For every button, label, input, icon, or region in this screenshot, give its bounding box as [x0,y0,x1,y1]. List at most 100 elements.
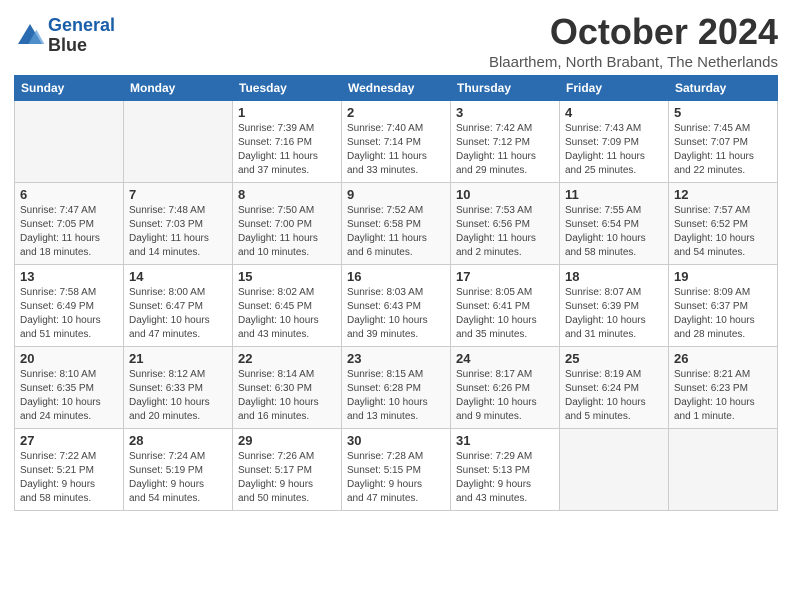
calendar-cell: 5 Sunrise: 7:45 AM Sunset: 7:07 PM Daylig… [669,100,778,182]
calendar-week-1: 1Sunrise: 7:39 AM Sunset: 7:16 PM Daylig… [15,100,778,182]
calendar-cell: 21 Sunrise: 8:12 AM Sunset: 6:33 PM Dayli… [124,346,233,428]
day-info: Sunrise: 7:24 AM Sunset: 5:19 PM Dayligh… [129,450,227,506]
calendar-cell: 8Sunrise: 7:50 AM Sunset: 7:00 PM Daylig… [233,182,342,264]
calendar-cell: 10Sunrise: 7:53 AM Sunset: 6:56 PM Dayli… [451,182,560,264]
calendar-cell: 26 Sunrise: 8:21 AM Sunset: 6:23 PM Dayli… [669,346,778,428]
day-info: Sunrise: 7:29 AM Sunset: 5:13 PM Dayligh… [456,450,554,506]
calendar-cell: 3 Sunrise: 7:42 AM Sunset: 7:12 PM Daylig… [451,100,560,182]
calendar-cell: 1Sunrise: 7:39 AM Sunset: 7:16 PM Daylig… [233,100,342,182]
day-number: 29 [238,433,336,448]
calendar-cell: 16 Sunrise: 8:03 AM Sunset: 6:43 PM Dayli… [342,264,451,346]
day-info: Sunrise: 8:21 AM Sunset: 6:23 PM Dayligh… [674,368,772,424]
day-number: 12 [674,187,772,202]
calendar-cell: 20 Sunrise: 8:10 AM Sunset: 6:35 PM Dayli… [15,346,124,428]
calendar-cell: 25 Sunrise: 8:19 AM Sunset: 6:24 PM Dayli… [560,346,669,428]
calendar-header-row: SundayMondayTuesdayWednesdayThursdayFrid… [15,75,778,100]
logo-icon [14,20,46,52]
day-number: 17 [456,269,554,284]
day-info: Sunrise: 7:57 AM Sunset: 6:52 PM Dayligh… [674,204,772,260]
calendar-cell: 29 Sunrise: 7:26 AM Sunset: 5:17 PM Dayli… [233,428,342,510]
day-number: 15 [238,269,336,284]
day-info: Sunrise: 8:00 AM Sunset: 6:47 PM Dayligh… [129,286,227,342]
day-info: Sunrise: 8:09 AM Sunset: 6:37 PM Dayligh… [674,286,772,342]
calendar-cell: 17Sunrise: 8:05 AM Sunset: 6:41 PM Dayli… [451,264,560,346]
day-number: 24 [456,351,554,366]
day-number: 21 [129,351,227,366]
day-info: Sunrise: 8:07 AM Sunset: 6:39 PM Dayligh… [565,286,663,342]
day-info: Sunrise: 7:43 AM Sunset: 7:09 PM Dayligh… [565,122,663,178]
day-info: Sunrise: 8:10 AM Sunset: 6:35 PM Dayligh… [20,368,118,424]
day-number: 18 [565,269,663,284]
day-info: Sunrise: 7:26 AM Sunset: 5:17 PM Dayligh… [238,450,336,506]
weekday-header-thursday: Thursday [451,75,560,100]
day-number: 6 [20,187,118,202]
day-info: Sunrise: 7:45 AM Sunset: 7:07 PM Dayligh… [674,122,772,178]
calendar-cell: 31Sunrise: 7:29 AM Sunset: 5:13 PM Dayli… [451,428,560,510]
location-title: Blaarthem, North Brabant, The Netherland… [489,54,778,71]
calendar-cell: 22Sunrise: 8:14 AM Sunset: 6:30 PM Dayli… [233,346,342,428]
weekday-header-friday: Friday [560,75,669,100]
day-number: 27 [20,433,118,448]
day-number: 5 [674,105,772,120]
day-info: Sunrise: 8:03 AM Sunset: 6:43 PM Dayligh… [347,286,445,342]
day-number: 25 [565,351,663,366]
day-number: 16 [347,269,445,284]
calendar-week-5: 27 Sunrise: 7:22 AM Sunset: 5:21 PM Dayli… [15,428,778,510]
day-info: Sunrise: 7:40 AM Sunset: 7:14 PM Dayligh… [347,122,445,178]
calendar-cell [669,428,778,510]
day-number: 28 [129,433,227,448]
day-info: Sunrise: 8:12 AM Sunset: 6:33 PM Dayligh… [129,368,227,424]
calendar-cell: 19 Sunrise: 8:09 AM Sunset: 6:37 PM Dayli… [669,264,778,346]
calendar-cell [15,100,124,182]
logo-line1: General [48,15,115,35]
day-info: Sunrise: 8:19 AM Sunset: 6:24 PM Dayligh… [565,368,663,424]
weekday-header-saturday: Saturday [669,75,778,100]
day-info: Sunrise: 7:42 AM Sunset: 7:12 PM Dayligh… [456,122,554,178]
day-number: 19 [674,269,772,284]
calendar-cell: 6 Sunrise: 7:47 AM Sunset: 7:05 PM Daylig… [15,182,124,264]
day-number: 2 [347,105,445,120]
day-number: 3 [456,105,554,120]
day-number: 20 [20,351,118,366]
day-info: Sunrise: 8:15 AM Sunset: 6:28 PM Dayligh… [347,368,445,424]
calendar-cell [124,100,233,182]
logo: General Blue [14,16,115,56]
day-info: Sunrise: 7:22 AM Sunset: 5:21 PM Dayligh… [20,450,118,506]
day-info: Sunrise: 7:55 AM Sunset: 6:54 PM Dayligh… [565,204,663,260]
calendar-cell: 12 Sunrise: 7:57 AM Sunset: 6:52 PM Dayli… [669,182,778,264]
calendar-cell: 30 Sunrise: 7:28 AM Sunset: 5:15 PM Dayli… [342,428,451,510]
day-number: 22 [238,351,336,366]
calendar-cell: 11 Sunrise: 7:55 AM Sunset: 6:54 PM Dayli… [560,182,669,264]
title-block: October 2024 Blaarthem, North Brabant, T… [489,12,778,71]
calendar-cell: 18 Sunrise: 8:07 AM Sunset: 6:39 PM Dayli… [560,264,669,346]
logo-line2: Blue [48,35,87,55]
calendar-cell: 9Sunrise: 7:52 AM Sunset: 6:58 PM Daylig… [342,182,451,264]
day-number: 14 [129,269,227,284]
day-info: Sunrise: 7:28 AM Sunset: 5:15 PM Dayligh… [347,450,445,506]
day-info: Sunrise: 7:50 AM Sunset: 7:00 PM Dayligh… [238,204,336,260]
day-info: Sunrise: 7:47 AM Sunset: 7:05 PM Dayligh… [20,204,118,260]
day-info: Sunrise: 7:48 AM Sunset: 7:03 PM Dayligh… [129,204,227,260]
day-info: Sunrise: 8:17 AM Sunset: 6:26 PM Dayligh… [456,368,554,424]
day-info: Sunrise: 7:39 AM Sunset: 7:16 PM Dayligh… [238,122,336,178]
day-number: 11 [565,187,663,202]
day-number: 4 [565,105,663,120]
day-info: Sunrise: 7:53 AM Sunset: 6:56 PM Dayligh… [456,204,554,260]
weekday-header-tuesday: Tuesday [233,75,342,100]
day-number: 7 [129,187,227,202]
day-number: 30 [347,433,445,448]
calendar-cell: 4 Sunrise: 7:43 AM Sunset: 7:09 PM Daylig… [560,100,669,182]
calendar-cell [560,428,669,510]
calendar-cell: 24 Sunrise: 8:17 AM Sunset: 6:26 PM Dayli… [451,346,560,428]
logo-text: General Blue [48,16,115,56]
day-number: 26 [674,351,772,366]
weekday-header-wednesday: Wednesday [342,75,451,100]
calendar-table: SundayMondayTuesdayWednesdayThursdayFrid… [14,75,778,511]
page-container: General Blue October 2024 Blaarthem, Nor… [0,0,792,519]
calendar-cell: 15Sunrise: 8:02 AM Sunset: 6:45 PM Dayli… [233,264,342,346]
calendar-cell: 2 Sunrise: 7:40 AM Sunset: 7:14 PM Daylig… [342,100,451,182]
calendar-cell: 7 Sunrise: 7:48 AM Sunset: 7:03 PM Daylig… [124,182,233,264]
calendar-week-4: 20 Sunrise: 8:10 AM Sunset: 6:35 PM Dayli… [15,346,778,428]
calendar-cell: 13Sunrise: 7:58 AM Sunset: 6:49 PM Dayli… [15,264,124,346]
header: General Blue October 2024 Blaarthem, Nor… [14,12,778,71]
